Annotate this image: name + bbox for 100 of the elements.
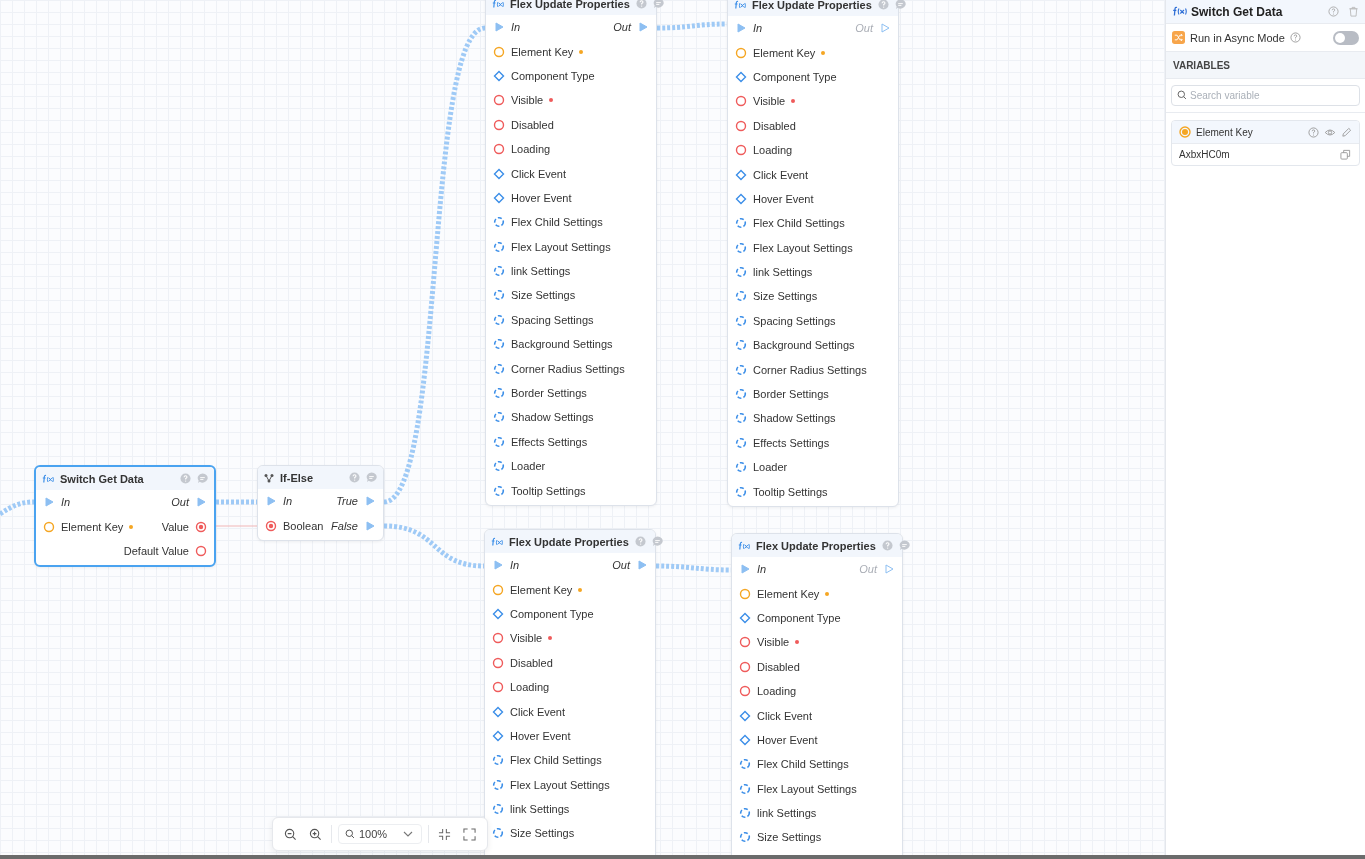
dashed-circle-icon[interactable] <box>493 411 505 424</box>
dashed-circle-icon[interactable] <box>493 265 505 278</box>
copy-icon[interactable] <box>1340 149 1351 160</box>
triangle-icon[interactable] <box>195 496 207 509</box>
function-icon <box>491 536 503 547</box>
circle-icon[interactable] <box>492 632 504 645</box>
diamond-icon[interactable] <box>493 69 505 82</box>
dashed-circle-icon[interactable] <box>493 362 505 375</box>
dashed-circle-icon[interactable] <box>493 460 505 473</box>
search-field[interactable]: Search variable <box>1171 85 1360 106</box>
port-label: Element Key <box>753 46 816 59</box>
dashed-circle-icon[interactable] <box>493 338 505 351</box>
circle-icon[interactable] <box>735 144 747 157</box>
radio-icon[interactable] <box>195 520 207 533</box>
port-label: Visible <box>757 636 790 649</box>
port-label: Tooltip Settings <box>753 485 828 498</box>
port-label: Disabled <box>753 119 796 132</box>
diamond-icon[interactable] <box>739 611 751 624</box>
dashed-circle-icon[interactable] <box>735 241 747 254</box>
triangle-icon[interactable] <box>879 22 891 35</box>
dashed-circle-icon[interactable] <box>492 803 504 816</box>
diamond-icon[interactable] <box>492 607 504 620</box>
triangle-icon[interactable] <box>883 563 895 576</box>
port-label: Effects Settings <box>753 436 830 449</box>
trash-icon[interactable] <box>1348 6 1359 17</box>
dashed-circle-icon[interactable] <box>735 314 747 327</box>
pencil-icon[interactable] <box>1341 126 1352 138</box>
port-label: Border Settings <box>753 388 829 401</box>
dashed-circle-icon[interactable] <box>739 831 751 844</box>
help-icon[interactable] <box>1328 6 1339 17</box>
dashed-circle-icon[interactable] <box>493 240 505 253</box>
circle-icon[interactable] <box>739 587 751 600</box>
dashed-circle-icon[interactable] <box>735 339 747 352</box>
eye-icon[interactable] <box>1324 126 1336 138</box>
diamond-icon[interactable] <box>739 709 751 722</box>
dashed-circle-icon[interactable] <box>739 758 751 771</box>
dashed-circle-icon[interactable] <box>739 782 751 795</box>
diamond-icon[interactable] <box>492 705 504 718</box>
help-icon[interactable] <box>1308 126 1319 138</box>
circle-icon[interactable] <box>195 544 207 557</box>
diamond-icon[interactable] <box>739 733 751 746</box>
port-label: Effects Settings <box>511 435 588 448</box>
toggle-switch[interactable] <box>1333 30 1359 45</box>
diamond-icon[interactable] <box>735 70 747 83</box>
diamond-icon[interactable] <box>735 168 747 181</box>
dashed-circle-icon[interactable] <box>493 387 505 400</box>
triangle-icon[interactable] <box>493 21 505 34</box>
triangle-icon[interactable] <box>636 559 648 572</box>
dashed-circle-icon[interactable] <box>493 216 505 229</box>
dashed-circle-icon[interactable] <box>735 363 747 376</box>
dashed-circle-icon[interactable] <box>735 436 747 449</box>
circle-icon[interactable] <box>735 119 747 132</box>
triangle-icon[interactable] <box>364 495 376 508</box>
triangle-icon[interactable] <box>735 22 747 35</box>
circle-icon[interactable] <box>492 656 504 669</box>
node-card[interactable]: Switch Get Data In Out Element Key Value Default Value <box>34 465 216 568</box>
dashed-circle-icon[interactable] <box>493 289 505 302</box>
circle-icon[interactable] <box>493 94 505 107</box>
dashed-circle-icon[interactable] <box>492 827 504 840</box>
dashed-circle-icon[interactable] <box>735 485 747 498</box>
diamond-icon[interactable] <box>493 167 505 180</box>
dashed-circle-icon[interactable] <box>493 435 505 448</box>
triangle-icon[interactable] <box>43 496 55 509</box>
diamond-icon[interactable] <box>735 192 747 205</box>
circle-icon[interactable] <box>735 46 747 59</box>
circle-icon[interactable] <box>739 685 751 698</box>
circle-icon[interactable] <box>492 681 504 694</box>
triangle-icon[interactable] <box>637 21 649 34</box>
circle-icon[interactable] <box>493 118 505 131</box>
circle-icon[interactable] <box>492 583 504 596</box>
dashed-circle-icon[interactable] <box>739 807 751 820</box>
dashed-circle-icon[interactable] <box>492 754 504 767</box>
circle-icon[interactable] <box>493 45 505 58</box>
dashed-circle-icon[interactable] <box>735 290 747 303</box>
dashed-circle-icon[interactable] <box>735 388 747 401</box>
dashed-circle-icon[interactable] <box>493 313 505 326</box>
dashed-circle-icon[interactable] <box>735 217 747 230</box>
diamond-icon[interactable] <box>493 191 505 204</box>
dashed-circle-icon[interactable] <box>492 778 504 791</box>
node-title: Flex Update Properties <box>756 539 876 552</box>
port-label: Corner Radius Settings <box>753 363 867 376</box>
radio-icon[interactable] <box>265 519 277 532</box>
dashed-circle-icon[interactable] <box>735 461 747 474</box>
triangle-icon[interactable] <box>492 559 504 572</box>
node-card[interactable]: If-Else In True Boolean False <box>257 465 384 541</box>
dashed-circle-icon[interactable] <box>735 412 747 425</box>
circle-icon[interactable] <box>43 520 55 533</box>
triangle-icon[interactable] <box>739 563 751 576</box>
connector <box>216 499 257 505</box>
dashed-circle-icon[interactable] <box>493 484 505 497</box>
triangle-icon[interactable] <box>364 519 376 532</box>
circle-icon[interactable] <box>493 143 505 156</box>
diamond-icon[interactable] <box>492 729 504 742</box>
zoom-select[interactable]: 100% <box>338 824 423 844</box>
circle-icon[interactable] <box>739 660 751 673</box>
triangle-icon[interactable] <box>265 495 277 508</box>
circle-icon[interactable] <box>739 636 751 649</box>
help-icon[interactable] <box>1289 32 1301 43</box>
circle-icon[interactable] <box>735 95 747 108</box>
dashed-circle-icon[interactable] <box>735 266 747 279</box>
